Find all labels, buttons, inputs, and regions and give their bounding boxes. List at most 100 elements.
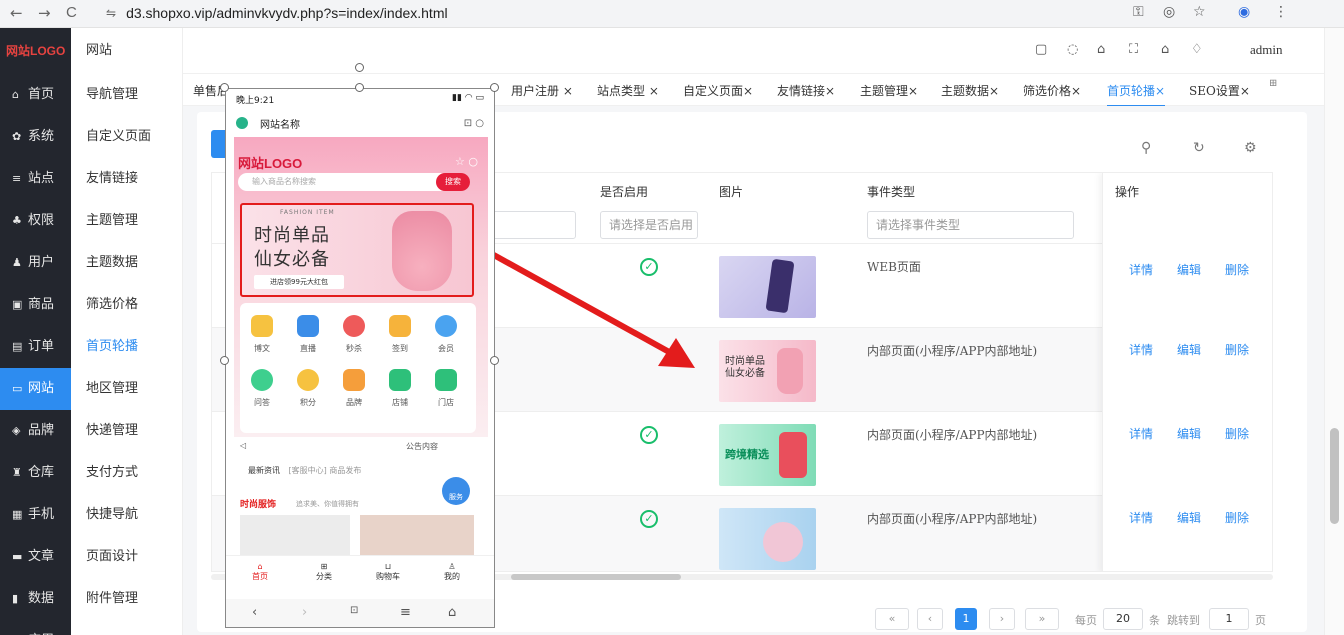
sidebar-item-apps[interactable]: ▪应用 (0, 620, 71, 635)
grid-item[interactable]: 品牌 (334, 369, 374, 408)
tabs-icon[interactable]: ⊡ (350, 605, 358, 616)
submenu-item-slider[interactable]: 首页轮播 (71, 326, 182, 368)
edit-link[interactable]: 编辑 (1177, 509, 1201, 526)
tab-theme-data[interactable]: 主题数据× (941, 82, 999, 99)
col-header-event-type[interactable]: 事件类型 (867, 183, 915, 200)
next-page-button[interactable]: › (989, 608, 1015, 630)
resize-handle[interactable] (355, 83, 364, 92)
detail-link[interactable]: 详情 (1129, 509, 1153, 526)
phone-search-input[interactable]: 输入商品名称搜索 搜索 (238, 173, 470, 191)
resize-handle[interactable] (490, 83, 499, 92)
eye-off-icon[interactable]: ◎ (1163, 4, 1175, 20)
prev-page-button[interactable]: ‹ (917, 608, 943, 630)
enabled-filter-select[interactable]: 请选择是否启用 (600, 211, 698, 239)
phone-search-button[interactable]: 搜索 (436, 173, 470, 191)
grid-item[interactable]: 会员 (426, 315, 466, 354)
tab-slider[interactable]: 首页轮播× (1107, 82, 1166, 107)
edit-link[interactable]: 编辑 (1177, 261, 1201, 278)
tab-price-filter[interactable]: 筛选价格× (1023, 82, 1081, 99)
tabbar-category[interactable]: ⊞ 分类 (304, 562, 344, 582)
grid-item[interactable]: 店铺 (380, 369, 420, 408)
refresh-icon[interactable]: ↻ (1193, 140, 1205, 156)
submenu-item-attachment[interactable]: 附件管理 (71, 578, 182, 620)
sidebar-item-article[interactable]: ▬ 文章 (0, 536, 71, 578)
grid-item[interactable]: 积分 (288, 369, 328, 408)
submenu-item-payment[interactable]: 支付方式 (71, 452, 182, 494)
forward-icon[interactable]: → (38, 4, 51, 22)
detail-link[interactable]: 详情 (1129, 341, 1153, 358)
scrollbar-thumb[interactable] (1330, 428, 1339, 524)
sidebar-item-mobile[interactable]: ▦ 手机 (0, 494, 71, 536)
settings-icon[interactable]: ⚙ (1244, 140, 1257, 156)
phone-news[interactable]: 最新资讯 [客服中心] 商品发布 (240, 457, 474, 487)
delete-link[interactable]: 删除 (1225, 509, 1249, 526)
star-icon[interactable]: ☆ ○ (455, 155, 478, 168)
submenu-item-region[interactable]: 地区管理 (71, 368, 182, 410)
delete-link[interactable]: 删除 (1225, 341, 1249, 358)
submenu-item-express[interactable]: 快递管理 (71, 410, 182, 452)
mini-program-icon[interactable]: ⊡ ○ (464, 118, 484, 129)
bank-icon[interactable]: ⌂ (1097, 42, 1105, 57)
tabs-more-icon[interactable]: ⊞ (1269, 78, 1277, 89)
tabbar-mine[interactable]: ♙ 我的 (432, 562, 472, 582)
sidebar-item-site[interactable]: ≡ 站点 (0, 158, 71, 200)
tabbar-cart[interactable]: ⊔ 购物车 (368, 562, 408, 582)
sidebar-logo[interactable]: 网站LOGO (0, 28, 71, 74)
resize-handle[interactable] (220, 356, 229, 365)
star-icon[interactable]: ☆ (1193, 4, 1206, 20)
fullscreen-icon[interactable]: ⛶ (1129, 42, 1138, 57)
tab-site-type[interactable]: 站点类型 × (597, 82, 659, 99)
submenu-item-theme-data[interactable]: 主题数据 (71, 242, 182, 284)
grid-item[interactable]: 签到 (380, 315, 420, 354)
detail-link[interactable]: 详情 (1129, 425, 1153, 442)
submenu-item-custom-page[interactable]: 自定义页面 (71, 116, 182, 158)
submenu-item-theme[interactable]: 主题管理 (71, 200, 182, 242)
address-bar[interactable]: ⇋ d3.shopxo.vip/adminvkvydv.php?s=index/… (106, 2, 1086, 24)
url-text[interactable]: d3.shopxo.vip/adminvkvydv.php?s=index/in… (126, 5, 448, 21)
tab-links[interactable]: 友情链接× (777, 82, 835, 99)
last-page-button[interactable]: » (1025, 608, 1059, 630)
home-link-icon[interactable]: ⌂ (1161, 42, 1169, 57)
sidebar-item-permission[interactable]: ♣ 权限 (0, 200, 71, 242)
sidebar-item-website[interactable]: ▭ 网站 (0, 368, 71, 410)
phone-notice[interactable]: ◁ 公告内容 (234, 439, 488, 457)
back-icon[interactable]: ‹ (252, 605, 257, 620)
sidebar-item-home[interactable]: ⌂ 首页 (0, 74, 71, 116)
tab-user-register[interactable]: 用户注册 × (511, 82, 573, 99)
scrollbar-thumb[interactable] (511, 574, 681, 580)
event-type-filter-select[interactable]: 请选择事件类型 (867, 211, 1074, 239)
jump-page-input[interactable]: 1 (1209, 608, 1249, 630)
submenu-item-links[interactable]: 友情链接 (71, 158, 182, 200)
back-icon[interactable]: ← (10, 4, 23, 22)
grid-item[interactable]: 门店 (426, 369, 466, 408)
sidebar-item-warehouse[interactable]: ♜ 仓库 (0, 452, 71, 494)
resize-handle[interactable] (490, 356, 499, 365)
sidebar-item-goods[interactable]: ▣ 商品 (0, 284, 71, 326)
sidebar-item-system[interactable]: ✿ 系统 (0, 116, 71, 158)
per-page-input[interactable]: 20 (1103, 608, 1143, 630)
phone-banner[interactable]: FASHION ITEM 时尚单品 仙女必备 进店领99元大红包 (240, 203, 474, 297)
grid-item[interactable]: 问答 (242, 369, 282, 408)
cache-icon[interactable]: ▢ (1035, 42, 1047, 57)
first-page-button[interactable]: « (875, 608, 909, 630)
key-icon[interactable]: ⚿ (1133, 4, 1144, 20)
user-menu[interactable]: admin (1250, 42, 1283, 58)
bell-icon[interactable]: ♢ (1191, 42, 1203, 57)
search-icon[interactable]: ⚲ (1141, 140, 1151, 156)
float-service-button[interactable]: 服务 (442, 477, 470, 505)
submenu-item-nav[interactable]: 导航管理 (71, 74, 182, 116)
tabbar-home[interactable]: ⌂ 首页 (240, 562, 280, 582)
submenu-item-quick-nav[interactable]: 快捷导航 (71, 494, 182, 536)
edit-link[interactable]: 编辑 (1177, 341, 1201, 358)
page-scrollbar[interactable] (1324, 28, 1344, 635)
submenu-item-price-filter[interactable]: 筛选价格 (71, 284, 182, 326)
menu-icon[interactable]: ≡ (400, 605, 411, 620)
sidebar-item-data[interactable]: ▮ 数据 (0, 578, 71, 620)
reload-icon[interactable]: C (66, 4, 77, 21)
home-icon[interactable]: ⌂ (448, 605, 456, 620)
delete-link[interactable]: 删除 (1225, 261, 1249, 278)
detail-link[interactable]: 详情 (1129, 261, 1153, 278)
sidebar-item-brand[interactable]: ◈ 品牌 (0, 410, 71, 452)
tab-custom-page[interactable]: 自定义页面× (683, 82, 753, 99)
forward-icon[interactable]: › (302, 605, 307, 620)
